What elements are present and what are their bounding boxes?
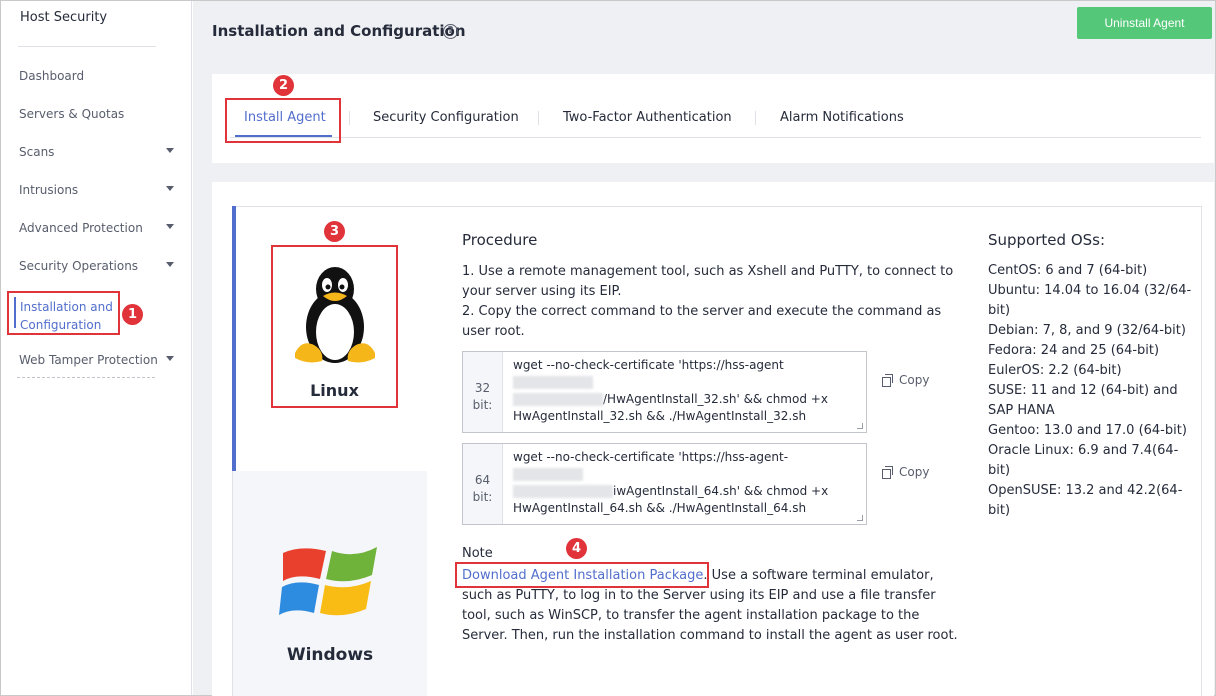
windows-logo-icon[interactable] bbox=[279, 539, 381, 623]
supported-os-item: SUSE: 11 and 12 (64-bit) and SAP HANA bbox=[988, 383, 1178, 418]
step-badge-3: 3 bbox=[324, 221, 345, 242]
sidebar-item-scans[interactable]: Scans bbox=[19, 145, 184, 159]
supported-os-item: Gentoo: 13.0 and 17.0 (64-bit) bbox=[988, 423, 1187, 438]
linux-option[interactable]: Linux bbox=[271, 245, 398, 408]
sidebar-item-label: Scans bbox=[19, 145, 55, 159]
supported-os-list: CentOS: 6 and 7 (64-bit) Ubuntu: 14.04 t… bbox=[988, 261, 1193, 521]
tab-separator bbox=[755, 111, 756, 125]
uninstall-agent-button[interactable]: Uninstall Agent bbox=[1077, 7, 1212, 39]
sidebar-item-web-tamper-protection[interactable]: Web Tamper Protection bbox=[19, 353, 184, 367]
download-agent-link[interactable]: Download Agent Installation Package bbox=[462, 568, 703, 583]
tab-install-agent[interactable]: Install Agent bbox=[225, 98, 341, 143]
sidebar-item-label: Advanced Protection bbox=[19, 221, 143, 235]
chevron-down-icon bbox=[166, 262, 174, 267]
step-badge-1: 1 bbox=[122, 304, 143, 325]
step-badge-2: 2 bbox=[273, 75, 294, 96]
copy-icon bbox=[882, 466, 893, 479]
redacted-text bbox=[513, 376, 593, 389]
supported-os-item: Ubuntu: 14.04 to 16.04 (32/64-bit) bbox=[988, 283, 1192, 318]
copy-button-32bit[interactable]: Copy bbox=[882, 373, 929, 387]
step-badge-4: 4 bbox=[566, 538, 587, 559]
linux-label: Linux bbox=[310, 381, 359, 400]
resize-handle[interactable] bbox=[857, 423, 863, 429]
sidebar-item-dashboard[interactable]: Dashboard bbox=[19, 69, 184, 83]
sidebar-item-label: Intrusions bbox=[19, 183, 79, 197]
procedure-step: 2. Copy the correct command to the serve… bbox=[462, 304, 942, 339]
sidebar-title: Host Security bbox=[20, 10, 108, 25]
procedure-steps: 1. Use a remote management tool, such as… bbox=[462, 262, 972, 342]
tab-security-configuration[interactable]: Security Configuration bbox=[373, 110, 519, 125]
chevron-down-icon bbox=[166, 148, 174, 153]
supported-os-item: Fedora: 24 and 25 (64-bit) bbox=[988, 343, 1160, 358]
resize-handle[interactable] bbox=[857, 515, 863, 521]
sidebar-item-advanced-protection[interactable]: Advanced Protection bbox=[19, 221, 184, 235]
sidebar-divider bbox=[17, 377, 155, 378]
tabs-divider bbox=[230, 137, 1201, 138]
sidebar-item-label: Web Tamper Protection bbox=[19, 353, 158, 367]
tab-alarm-notifications[interactable]: Alarm Notifications bbox=[780, 110, 904, 125]
sidebar-divider bbox=[18, 46, 156, 47]
redacted-text bbox=[513, 485, 613, 498]
active-indicator bbox=[14, 297, 16, 328]
command-box-32bit[interactable]: 32 bit: wget --no-check-certificate 'http… bbox=[462, 351, 867, 433]
sidebar-item-label: Security Operations bbox=[19, 259, 139, 273]
arch-label: 32 bit: bbox=[463, 352, 503, 432]
copy-button-64bit[interactable]: Copy bbox=[882, 465, 929, 479]
sidebar-item-security-operations[interactable]: Security Operations bbox=[19, 259, 184, 273]
chevron-down-icon bbox=[166, 186, 174, 191]
arch-label: 64 bit: bbox=[463, 444, 503, 524]
supported-os-item: EulerOS: 2.2 (64-bit) bbox=[988, 363, 1122, 378]
redacted-text bbox=[513, 468, 583, 481]
page-title: Installation and Configuration bbox=[212, 22, 466, 40]
sidebar-item-intrusions[interactable]: Intrusions bbox=[19, 183, 184, 197]
command-text[interactable]: wget --no-check-certificate 'https://hss… bbox=[513, 357, 858, 425]
procedure-title: Procedure bbox=[462, 231, 538, 249]
note-title: Note bbox=[462, 546, 493, 561]
redacted-text bbox=[513, 393, 603, 406]
procedure-step: 1. Use a remote management tool, such as… bbox=[462, 264, 954, 299]
supported-os-item: OpenSUSE: 13.2 and 42.2(64-bit) bbox=[988, 483, 1183, 518]
note-text: Download Agent Installation Package. Use… bbox=[462, 568, 958, 643]
tab-two-factor-authentication[interactable]: Two-Factor Authentication bbox=[563, 110, 732, 125]
command-box-64bit[interactable]: 64 bit: wget --no-check-certificate 'http… bbox=[462, 443, 867, 525]
supported-os-title: Supported OSs: bbox=[988, 231, 1106, 249]
sidebar-item-servers-quotas[interactable]: Servers & Quotas bbox=[19, 107, 184, 121]
chevron-down-icon bbox=[166, 224, 174, 229]
tab-separator bbox=[538, 111, 539, 125]
help-icon[interactable]: ? bbox=[443, 24, 458, 39]
command-text[interactable]: wget --no-check-certificate 'https://hss… bbox=[513, 449, 858, 517]
windows-label[interactable]: Windows bbox=[233, 645, 427, 665]
copy-icon bbox=[882, 374, 893, 387]
sidebar-item-label: Installation and Configuration bbox=[20, 300, 113, 332]
chevron-down-icon bbox=[166, 356, 174, 361]
tab-label: Install Agent bbox=[244, 110, 326, 125]
linux-tux-icon bbox=[295, 267, 375, 363]
sidebar: Host Security bbox=[1, 1, 192, 695]
supported-os-item: CentOS: 6 and 7 (64-bit) bbox=[988, 263, 1148, 278]
selected-os-indicator bbox=[232, 206, 236, 471]
supported-os-item: Oracle Linux: 6.9 and 7.4(64-bit) bbox=[988, 443, 1179, 478]
sidebar-item-installation-configuration[interactable]: Installation and Configuration bbox=[7, 291, 120, 335]
active-tab-underline bbox=[235, 135, 332, 137]
tab-separator bbox=[349, 111, 350, 125]
supported-os-item: Debian: 7, 8, and 9 (32/64-bit) bbox=[988, 323, 1186, 338]
